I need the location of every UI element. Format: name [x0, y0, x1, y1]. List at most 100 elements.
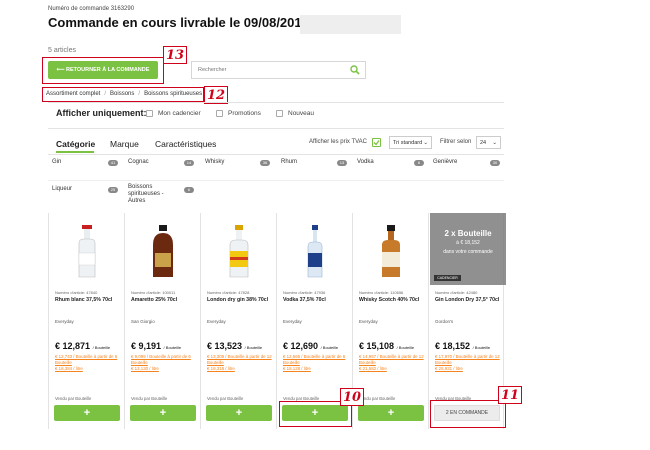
- add-to-order-button[interactable]: +: [358, 405, 424, 421]
- promo-text[interactable]: € 12,565 / Bouteille à partir de 6 Boute…: [283, 354, 349, 372]
- category-count-badge: 41: [108, 160, 118, 166]
- product-price: € 9,191 / Bouteille: [131, 341, 181, 351]
- product-price: € 13,523 / Bouteille: [207, 341, 262, 351]
- product-card[interactable]: Numéro d'article: 47840 Rhum blanc 37,5%…: [48, 213, 124, 429]
- category-grid: Gin 41 Cognac 14 Whisky 36 Rhum 13 Vodka…: [48, 156, 504, 210]
- category-item-liqueur[interactable]: Liqueur: [52, 186, 72, 192]
- breadcrumb-item[interactable]: Assortiment complet: [46, 91, 100, 97]
- overlay-price: à € 18,152: [456, 240, 480, 246]
- promo-text[interactable]: € 12,743 / Bouteille à partir de 6 Boute…: [55, 354, 121, 372]
- filter-title: Afficher uniquement:: [56, 108, 147, 118]
- price-unit: / Bouteille: [244, 345, 263, 350]
- category-count-badge: 13: [337, 160, 347, 166]
- promo-line: € 14,957 / Bouteille à partir de 12 Bout…: [359, 354, 424, 365]
- category-item-vodka[interactable]: Vodka: [357, 159, 374, 165]
- redacted-block: [300, 15, 401, 34]
- category-label: Gin: [52, 159, 62, 165]
- product-name[interactable]: Vodka 37,5% 70cl: [283, 297, 326, 303]
- promo-text[interactable]: € 17,970 / Bouteille à partir de 12 Bout…: [435, 354, 501, 372]
- cadencier-badge: CADENCIER: [434, 275, 461, 281]
- add-to-order-button[interactable]: +: [54, 405, 120, 421]
- search-icon[interactable]: [350, 65, 360, 75]
- annotation-label-11: 11: [498, 386, 522, 404]
- checkbox[interactable]: [216, 110, 223, 117]
- product-name[interactable]: Rhum blanc 37,5% 70cl: [55, 297, 112, 303]
- sold-by: Vendu par Bouteille: [131, 396, 168, 401]
- category-label: Rhum: [281, 159, 298, 165]
- article-number: Numéro d'article: 47840: [55, 290, 98, 295]
- breadcrumb-item[interactable]: Boissons spiritueuses: [144, 91, 202, 97]
- category-item-gin[interactable]: Gin: [52, 159, 61, 165]
- promo-line: € 13,130 / litre: [131, 366, 159, 371]
- breadcrumb-separator: /: [138, 91, 141, 97]
- promo-line: € 21,582 / litre: [359, 366, 387, 371]
- category-item-genievre[interactable]: Genièvre: [433, 159, 457, 165]
- promo-text[interactable]: € 13,309 / Bouteille à partir de 12 Bout…: [207, 354, 273, 372]
- article-number: Numéro d'article: 42480: [435, 290, 478, 295]
- add-to-order-button[interactable]: +: [206, 405, 272, 421]
- tab-category[interactable]: Catégorie: [56, 139, 95, 149]
- category-item-rhum[interactable]: Rhum: [281, 159, 297, 165]
- divider: [48, 180, 504, 181]
- category-count-badge: 25: [108, 187, 118, 193]
- tvac-checkbox[interactable]: [372, 138, 381, 147]
- product-price: € 12,690 / Bouteille: [283, 341, 338, 351]
- filter-checkbox-nouveau[interactable]: Nouveau: [276, 110, 314, 117]
- sort-select-value: Tri standard: [393, 139, 423, 146]
- bottle-rum-image: [78, 225, 96, 278]
- checkbox[interactable]: [146, 110, 153, 117]
- search-input[interactable]: [192, 62, 347, 78]
- checkbox[interactable]: [276, 110, 283, 117]
- checkbox-label: Nouveau: [288, 110, 315, 117]
- product-name[interactable]: Gin London Dry 37,5° 70cl: [435, 297, 499, 303]
- price-value: € 15,108: [359, 341, 395, 351]
- product-brand: Everyday: [283, 319, 302, 324]
- category-item-autres[interactable]: Boissons spiritueuses - Autres: [128, 184, 176, 205]
- filter-checkbox-cadencier[interactable]: Mon cadencier: [146, 110, 201, 117]
- category-count-badge: 14: [184, 160, 194, 166]
- divider: [48, 128, 504, 129]
- divider: [48, 102, 504, 103]
- promo-line: € 17,970 / Bouteille à partir de 12 Bout…: [435, 354, 500, 365]
- add-to-order-button[interactable]: +: [130, 405, 196, 421]
- category-item-cognac[interactable]: Cognac: [128, 159, 149, 165]
- price-unit: / Bouteille: [320, 345, 339, 350]
- search-field[interactable]: [191, 61, 366, 79]
- promo-text[interactable]: € 14,957 / Bouteille à partir de 12 Bout…: [359, 354, 425, 372]
- annotation-label-13: 13: [163, 46, 187, 64]
- price-unit: / Bouteille: [92, 345, 111, 350]
- category-label: Whisky: [205, 159, 225, 165]
- product-name[interactable]: Amaretto 25% 70cl: [131, 297, 177, 303]
- promo-line: € 12,743 / Bouteille à partir de 6 Boute…: [55, 354, 118, 365]
- product-card[interactable]: Numéro d'article: 100011 Amaretto 25% 70…: [124, 213, 200, 429]
- promo-line: € 18,128 / litre: [283, 366, 311, 371]
- check-icon: [373, 140, 380, 146]
- breadcrumb-item[interactable]: Boissons: [110, 91, 134, 97]
- overlay-note: dans votre commande: [443, 249, 493, 255]
- filter-checkbox-promotions[interactable]: Promotions: [216, 110, 261, 117]
- price-value: € 12,871: [55, 341, 91, 351]
- product-price: € 15,108 / Bouteille: [359, 341, 414, 351]
- per-page-select[interactable]: 24 ⌄: [476, 136, 501, 149]
- sold-by: Vendu par Bouteille: [207, 396, 244, 401]
- order-number: Numéro de commande 3163290: [48, 6, 135, 12]
- product-name[interactable]: Whisky Scotch 40% 70cl: [359, 297, 419, 303]
- back-to-order-button[interactable]: ⟵ RETOURNER À LA COMMANDE: [48, 61, 158, 79]
- tab-active-indicator: [56, 151, 94, 153]
- sold-by: Vendu par Bouteille: [55, 396, 92, 401]
- article-number: Numéro d'article: 110656: [359, 290, 404, 295]
- product-card[interactable]: Numéro d'article: 47828 London dry gin 3…: [200, 213, 276, 429]
- sold-by: Vendu par Bouteille: [359, 396, 396, 401]
- category-count-badge: 6: [414, 160, 424, 166]
- category-item-whisky[interactable]: Whisky: [205, 159, 224, 165]
- sort-select[interactable]: Tri standard ⌄: [389, 136, 432, 149]
- article-count: 5 articles: [48, 47, 77, 54]
- annotation-label-10: 10: [340, 388, 364, 406]
- annotation-box-11: [430, 400, 506, 428]
- tab-brand[interactable]: Marque: [110, 139, 139, 149]
- bottle-amaretto-image: [153, 225, 173, 277]
- tab-characteristics[interactable]: Caractéristiques: [155, 139, 216, 149]
- page-title: Commande en cours livrable le 09/08/2019: [48, 15, 309, 30]
- product-name[interactable]: London dry gin 38% 70cl: [207, 297, 268, 303]
- promo-text[interactable]: € 9,099 / Bouteille à partir de 6 Boutei…: [131, 354, 197, 372]
